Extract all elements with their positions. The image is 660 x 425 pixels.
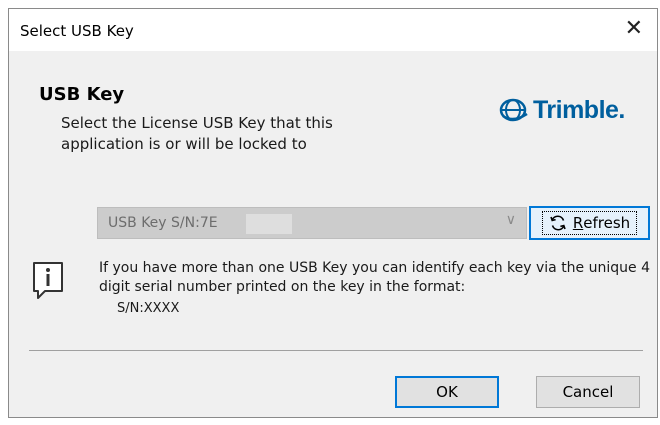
cancel-button[interactable]: Cancel: [536, 376, 640, 408]
select-usb-key-dialog: Select USB Key ✕ USB Key Select the Lice…: [8, 8, 658, 418]
info-icon: [33, 262, 63, 299]
usb-key-selected-value: USB Key S/N:7E: [108, 215, 218, 231]
info-message: If you have more than one USB Key you ca…: [99, 260, 650, 295]
redaction-mask: [246, 214, 292, 234]
trimble-logo: Trimble.: [499, 95, 625, 125]
refresh-icon: [550, 215, 566, 231]
refresh-button-focus: Refresh: [541, 211, 638, 235]
chevron-down-icon: ∨: [505, 212, 516, 228]
trimble-logo-text: Trimble.: [533, 95, 625, 124]
footer-divider: [29, 350, 643, 351]
refresh-accesskey: R: [572, 214, 584, 232]
ok-button[interactable]: OK: [395, 376, 499, 408]
trimble-globe-icon: [499, 98, 528, 122]
close-icon[interactable]: ✕: [625, 17, 643, 41]
refresh-label: efresh: [583, 214, 631, 232]
title-bar: Select USB Key ✕: [9, 9, 657, 51]
usb-key-dropdown[interactable]: USB Key S/N:7E ∨: [97, 207, 527, 239]
section-description: Select the License USB Key that this app…: [61, 114, 333, 153]
refresh-button[interactable]: Refresh: [529, 206, 650, 240]
section-heading: USB Key: [39, 84, 125, 105]
serial-format: S/N:XXXX: [117, 301, 180, 316]
window-title: Select USB Key: [20, 22, 134, 40]
